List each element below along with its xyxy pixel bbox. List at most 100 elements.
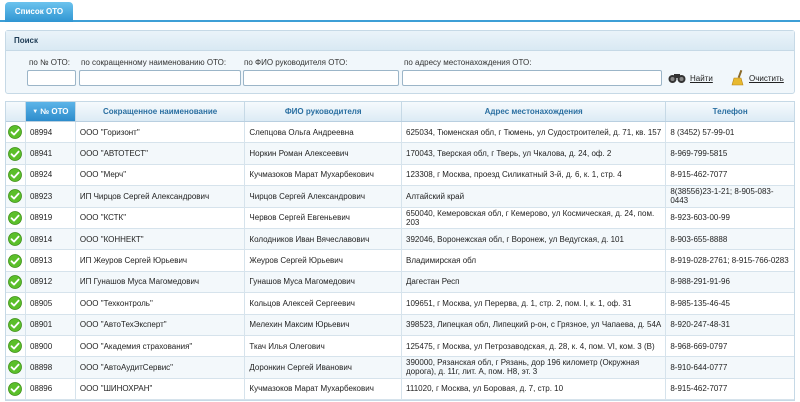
row-name: ООО "Техконтроль"	[76, 293, 246, 314]
row-status	[6, 186, 26, 207]
header-name[interactable]: Сокращенное наименование	[76, 102, 246, 121]
row-status	[6, 378, 26, 400]
row-address: Владимирская обл	[402, 250, 667, 271]
check-icon	[8, 339, 23, 353]
row-address: 125475, г Москва, ул Петрозаводская, д. …	[402, 335, 667, 357]
row-num: 08941	[26, 143, 76, 164]
row-name: ИП Чирцов Сергей Александрович	[76, 186, 246, 207]
table-row[interactable]: 08901 ООО "АвтоТехЭксперт" Мелехин Максим …	[6, 314, 794, 336]
row-phone: 8-903-655-8888	[670, 234, 728, 244]
row-name: ООО "АвтоАудитСервис"	[76, 357, 246, 378]
table-row[interactable]: 08941 ООО "АВТОТЕСТ" Норкин Роман Алексеев…	[6, 143, 794, 165]
row-phone: 8 (3452) 57-99-01	[670, 127, 735, 137]
row-name: ООО "Академия страхования"	[76, 335, 246, 357]
table-row[interactable]: 08912 ИП Гунашов Муса Магомедович Гунашов …	[6, 271, 794, 294]
search-num-label: по № ОТО:	[29, 58, 71, 67]
tab-oto-list[interactable]: Список ОТО	[5, 2, 73, 22]
row-status	[6, 314, 26, 335]
table-row[interactable]: 08905 ООО "Техконтроль" Кольцов Алексей Се…	[6, 293, 794, 315]
row-phone: 8-988-291-91-96	[670, 277, 730, 287]
row-head: Чирцов Сергей Александрович	[245, 186, 403, 207]
search-name-input[interactable]	[79, 70, 241, 86]
search-address-label: по адресу местонахождения ОТО:	[404, 58, 532, 67]
find-button-label: Найти	[690, 73, 713, 83]
row-status	[6, 335, 26, 357]
table-row[interactable]: 08994 ООО "Горизонт" Слепцова Ольга Андрее…	[6, 122, 794, 144]
row-phone: 8-985-135-46-45	[670, 298, 730, 308]
row-status	[6, 250, 26, 271]
row-head: Кучмазоков Марат Мухарбекович	[245, 378, 403, 400]
row-address: 625034, Тюменская обл, г Тюмень, ул Судо…	[402, 122, 667, 143]
row-name: ООО "ШИНОХРАН"	[76, 378, 246, 400]
binoculars-icon	[668, 74, 686, 83]
find-button[interactable]: Найти	[668, 69, 713, 87]
row-head: Червов Сергей Евгеньевич	[245, 207, 403, 228]
header-num[interactable]: ▼ № ОТО	[25, 102, 76, 121]
search-panel-title: Поиск	[6, 31, 794, 51]
row-num: 08898	[26, 357, 76, 378]
search-head-input[interactable]	[243, 70, 399, 86]
row-phone: 8-910-644-0777	[670, 362, 728, 372]
check-icon	[8, 275, 23, 289]
clear-button[interactable]: Очистить	[731, 69, 784, 87]
row-address: 398523, Липецкая обл, Липецкий р-он, с Г…	[402, 314, 667, 335]
check-icon	[8, 210, 23, 225]
header-num-label: № ОТО	[40, 107, 69, 116]
table-row[interactable]: 08924 ООО "Мерч" Кучмазоков Марат Мухарбек…	[6, 164, 794, 187]
check-icon	[8, 146, 23, 161]
row-head: Колодников Иван Вячеславович	[245, 228, 403, 250]
row-name: ООО "КСТК"	[76, 207, 246, 228]
table-row[interactable]: 08923 ИП Чирцов Сергей Александрович Чирцо…	[6, 186, 794, 208]
table-row[interactable]: 08898 ООО "АвтоАудитСервис" Доронкин Серге…	[6, 357, 794, 379]
search-num-input[interactable]	[27, 70, 76, 86]
row-head: Гунашов Муса Магомедович	[245, 271, 403, 293]
row-status	[6, 164, 26, 186]
check-icon	[8, 189, 23, 204]
row-status	[6, 122, 26, 143]
header-phone[interactable]: Телефон	[666, 102, 794, 121]
row-num: 08919	[26, 207, 76, 228]
table-body: 08994 ООО "Горизонт" Слепцова Ольга Андрее…	[6, 122, 794, 401]
row-name: ИП Жеуров Сергей Юрьевич	[76, 250, 246, 271]
row-name: ООО "Горизонт"	[76, 122, 246, 143]
row-num: 08901	[26, 314, 76, 335]
row-head: Норкин Роман Алексеевич	[245, 143, 403, 164]
row-name: ИП Гунашов Муса Магомедович	[76, 271, 246, 293]
check-icon	[8, 253, 23, 268]
table-row[interactable]: 08896 ООО "ШИНОХРАН" Кучмазоков Марат Муха…	[6, 378, 794, 401]
clear-button-label: Очистить	[749, 73, 784, 83]
check-icon	[8, 381, 23, 396]
table-row[interactable]: 08919 ООО "КСТК" Червов Сергей Евгеньевич 6…	[6, 207, 794, 229]
row-status	[6, 228, 26, 250]
row-phone: 8-968-669-0797	[670, 341, 728, 351]
header-status	[6, 102, 26, 121]
table-row[interactable]: 08900 ООО "Академия страхования" Ткач Илья…	[6, 335, 794, 358]
row-address: 390000, Рязанская обл, г Рязань, дор 196…	[402, 357, 667, 378]
row-status	[6, 207, 26, 228]
row-status	[6, 293, 26, 314]
row-num: 08896	[26, 378, 76, 400]
tab-bar: Список ОТО	[0, 0, 800, 22]
row-num: 08924	[26, 164, 76, 186]
row-num: 08914	[26, 228, 76, 250]
row-phone: 8-919-028-2761; 8-915-766-0283	[670, 256, 789, 266]
row-num: 08994	[26, 122, 76, 143]
row-phone: 8-920-247-48-31	[670, 320, 730, 330]
row-address: 109651, г Москва, ул Перерва, д. 1, стр.…	[402, 293, 667, 314]
row-head: Доронкин Сергей Иванович	[245, 357, 403, 378]
row-address: Дагестан Респ	[402, 271, 667, 293]
header-address[interactable]: Адрес местонахождения	[402, 102, 667, 121]
row-head: Слепцова Ольга Андреевна	[245, 122, 403, 143]
table-row[interactable]: 08913 ИП Жеуров Сергей Юрьевич Жеуров Серг…	[6, 250, 794, 272]
row-num: 08923	[26, 186, 76, 207]
row-address: Алтайский край	[402, 186, 667, 207]
sort-desc-icon: ▼	[32, 108, 39, 115]
search-address-input[interactable]	[402, 70, 662, 86]
table-row[interactable]: 08914 ООО "КОННЕКТ" Колодников Иван Вячесл…	[6, 228, 794, 251]
row-num: 08905	[26, 293, 76, 314]
check-icon	[8, 317, 23, 332]
row-address: 170043, Тверская обл, г Тверь, ул Чкалов…	[402, 143, 667, 164]
row-status	[6, 357, 26, 378]
row-phone: 8-923-603-00-99	[670, 213, 730, 223]
header-head[interactable]: ФИО руководителя	[245, 102, 402, 121]
